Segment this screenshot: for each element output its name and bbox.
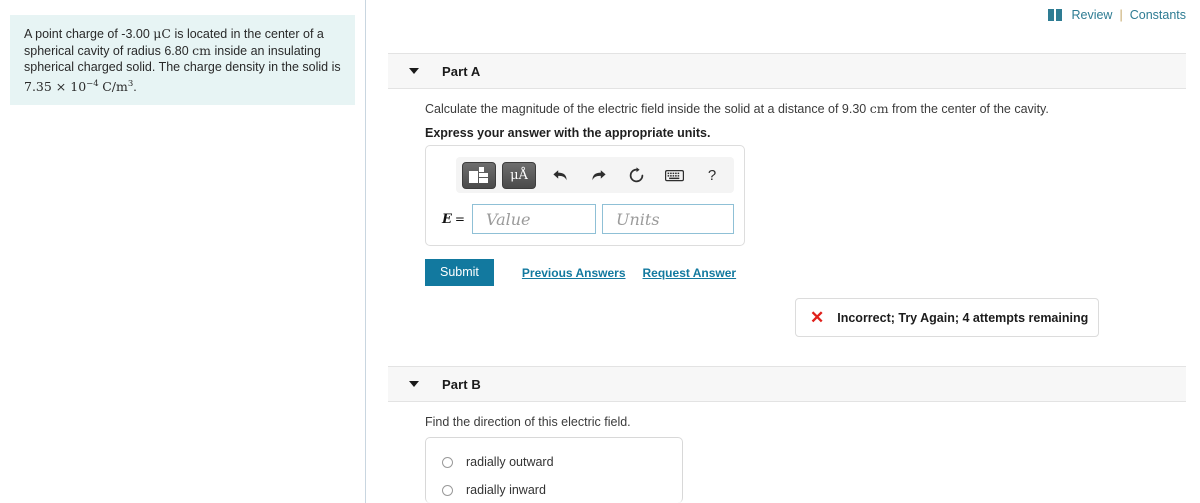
- undo-arrow-icon: [552, 169, 567, 180]
- link-separator: |: [1119, 8, 1123, 22]
- x-mark-icon: ✕: [810, 308, 825, 327]
- problem-statement-pane: A point charge of -3.00 μC is located in…: [0, 0, 366, 503]
- part-a-submit-row: Submit Previous Answers Request Answer: [425, 259, 736, 286]
- part-a-answer-box: μÅ ? E = Value Units: [425, 145, 745, 246]
- part-b-header[interactable]: Part B: [388, 366, 1186, 402]
- undo-button[interactable]: [546, 162, 574, 188]
- redo-button[interactable]: [584, 162, 612, 188]
- part-a-instruction: Express your answer with the appropriate…: [425, 126, 711, 140]
- keyboard-icon: [664, 169, 684, 181]
- problem-line4-period: .: [133, 79, 137, 94]
- previous-answers-link[interactable]: Previous Answers: [522, 266, 626, 280]
- answer-units-placeholder: Units: [615, 209, 660, 229]
- answer-value-input[interactable]: Value: [471, 204, 596, 234]
- problem-line1-suffix: is located in the center of a: [170, 27, 324, 41]
- part-a-question: Calculate the magnitude of the electric …: [425, 101, 1049, 117]
- problem-unit-microcoulomb: μC: [153, 26, 171, 41]
- problem-line4-unit: C/m: [102, 78, 128, 94]
- part-a-question-prefix: Calculate the magnitude of the electric …: [425, 102, 870, 116]
- answer-units-input[interactable]: Units: [601, 204, 734, 234]
- list-item[interactable]: radially outward: [426, 448, 682, 476]
- chevron-down-icon[interactable]: [409, 68, 419, 74]
- problem-line1-prefix: A point charge of -3.00: [24, 27, 154, 41]
- request-answer-link[interactable]: Request Answer: [643, 266, 737, 280]
- math-template-icon: [469, 166, 489, 184]
- problem-statement-text: A point charge of -3.00 μC is located in…: [24, 26, 341, 95]
- radio-button[interactable]: [442, 484, 453, 496]
- answer-equation-row: E = Value Units: [442, 204, 734, 234]
- radio-button[interactable]: [442, 456, 453, 468]
- answer-variable-label: E: [442, 211, 452, 227]
- problem-line2-suffix: inside an insulating: [211, 43, 321, 58]
- units-icon: μÅ: [510, 167, 528, 183]
- part-b-title: Part B: [442, 376, 481, 392]
- problem-statement-box: A point charge of -3.00 μC is located in…: [10, 15, 355, 106]
- review-constants-bar: Review | Constants: [1048, 8, 1186, 22]
- assignment-main-pane: Review | Constants Part A Calculate the …: [367, 0, 1200, 503]
- keyboard-button[interactable]: [660, 162, 688, 188]
- part-b-choice-list: radially outward radially inward: [425, 437, 683, 503]
- part-b-question: Find the direction of this electric fiel…: [425, 415, 631, 429]
- list-item[interactable]: radially inward: [426, 476, 682, 503]
- part-a-feedback-banner: ✕ Incorrect; Try Again; 4 attempts remai…: [795, 298, 1099, 337]
- submit-button[interactable]: Submit: [425, 259, 494, 286]
- reset-button[interactable]: [622, 162, 650, 188]
- part-a-header[interactable]: Part A: [388, 53, 1186, 89]
- review-link[interactable]: Review: [1071, 8, 1112, 22]
- answer-equals-sign: =: [454, 212, 465, 226]
- feedback-message: Incorrect; Try Again; 4 attempts remaini…: [837, 310, 1089, 325]
- problem-line2-prefix: spherical cavity of radius 6.80: [24, 43, 193, 58]
- redo-arrow-icon: [591, 169, 606, 180]
- answer-value-placeholder: Value: [485, 209, 531, 229]
- help-question-mark-icon: ?: [707, 166, 717, 184]
- book-icon: [1048, 9, 1063, 21]
- problem-line4-number: 7.35 × 10: [24, 78, 87, 94]
- problem-unit-cm: cm: [192, 42, 211, 58]
- problem-line3: spherical charged solid. The charge dens…: [24, 60, 341, 74]
- math-toolbar: μÅ ?: [456, 157, 734, 193]
- choice-label: radially outward: [466, 455, 554, 469]
- problem-line4-exponent: −4: [86, 78, 99, 89]
- choice-label: radially inward: [466, 483, 546, 497]
- units-button[interactable]: μÅ: [502, 161, 536, 189]
- problem-page: A point charge of -3.00 μC is located in…: [0, 0, 1200, 503]
- help-button[interactable]: ?: [698, 162, 726, 188]
- constants-link[interactable]: Constants: [1130, 8, 1186, 22]
- part-a-title: Part A: [442, 63, 481, 79]
- reset-circular-arrow-icon: [629, 166, 643, 182]
- chevron-down-icon[interactable]: [409, 381, 419, 387]
- math-template-button[interactable]: [462, 161, 496, 189]
- part-a-question-unit: cm: [869, 101, 889, 116]
- part-a-question-suffix: from the center of the cavity.: [888, 102, 1049, 116]
